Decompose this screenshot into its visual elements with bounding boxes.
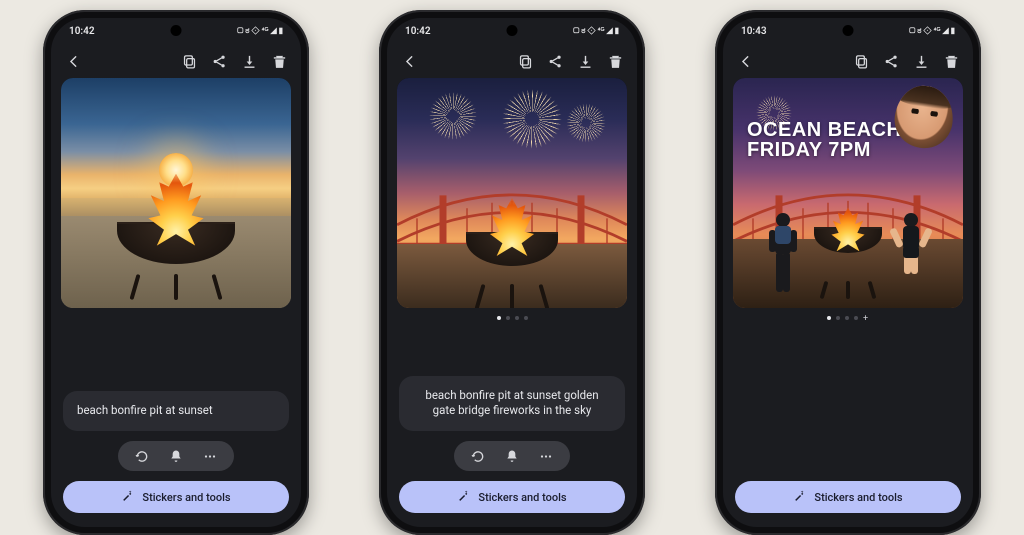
- image-pager[interactable]: [387, 308, 637, 320]
- toolbar: [51, 44, 301, 78]
- share-button[interactable]: [545, 51, 565, 71]
- delete-button[interactable]: [941, 51, 961, 71]
- overlay-text-sticker[interactable]: OCEAN BEACH FRIDAY 7PM: [747, 120, 901, 160]
- prompt-input[interactable]: beach bonfire pit at sunset: [63, 391, 289, 431]
- status-icons: ▢ ಠ ⟐ ⁴ᴳ ◢ ▮: [573, 26, 619, 36]
- clock: 10:43: [741, 26, 767, 37]
- status-icons: ▢ ಠ ⟐ ⁴ᴳ ◢ ▮: [237, 26, 283, 36]
- prompt-text: beach bonfire pit at sunset golden gate …: [425, 388, 598, 418]
- share-button[interactable]: [881, 51, 901, 71]
- screen: 10:42 ▢ ಠ ⟐ ⁴ᴳ ◢ ▮: [387, 18, 637, 527]
- phone-2: 10:42 ▢ ಠ ⟐ ⁴ᴳ ◢ ▮: [379, 10, 645, 535]
- overlay-line-2: FRIDAY 7PM: [747, 140, 901, 160]
- generated-image[interactable]: [397, 78, 627, 308]
- toolbar: [387, 44, 637, 78]
- delete-button[interactable]: [605, 51, 625, 71]
- clock: 10:42: [405, 26, 431, 37]
- stickers-and-tools-button[interactable]: Stickers and tools: [735, 481, 961, 513]
- phone-trio: 10:42 ▢ ಠ ⟐ ⁴ᴳ ◢ ▮ beach bonfire: [0, 0, 1024, 535]
- pager-dot[interactable]: [854, 316, 858, 320]
- variant-button[interactable]: [504, 448, 520, 464]
- screen: 10:42 ▢ ಠ ⟐ ⁴ᴳ ◢ ▮ beach bonfire: [51, 18, 301, 527]
- overlay-line-1: OCEAN BEACH: [747, 120, 901, 140]
- download-button[interactable]: [575, 51, 595, 71]
- firework-icon: [425, 88, 481, 144]
- stickers-label: Stickers and tools: [142, 491, 230, 504]
- copy-button[interactable]: [851, 51, 871, 71]
- clock: 10:42: [69, 26, 95, 37]
- image-pager[interactable]: +: [723, 308, 973, 322]
- pager-dot[interactable]: [827, 316, 831, 320]
- wand-icon: [793, 489, 806, 505]
- action-row: [51, 441, 301, 481]
- generated-image[interactable]: OCEAN BEACH FRIDAY 7PM: [733, 78, 963, 308]
- copy-button[interactable]: [179, 51, 199, 71]
- delete-button[interactable]: [269, 51, 289, 71]
- back-button[interactable]: [63, 51, 83, 71]
- retry-button[interactable]: [470, 448, 486, 464]
- more-button[interactable]: [538, 448, 554, 464]
- wand-icon: [121, 489, 134, 505]
- screen: 10:43 ▢ ಠ ⟐ ⁴ᴳ ◢ ▮: [723, 18, 973, 527]
- stickers-and-tools-button[interactable]: Stickers and tools: [399, 481, 625, 513]
- wand-icon: [457, 489, 470, 505]
- more-button[interactable]: [202, 448, 218, 464]
- stickers-and-tools-button[interactable]: Stickers and tools: [63, 481, 289, 513]
- stickers-label: Stickers and tools: [478, 491, 566, 504]
- camera-notch: [171, 25, 182, 36]
- firework-icon: [563, 100, 609, 146]
- prompt-text: beach bonfire pit at sunset: [77, 403, 213, 417]
- action-row: [387, 441, 637, 481]
- back-button[interactable]: [735, 51, 755, 71]
- firework-icon: [497, 84, 567, 154]
- prompt-input[interactable]: beach bonfire pit at sunset golden gate …: [399, 376, 625, 431]
- camera-notch: [843, 25, 854, 36]
- phone-3: 10:43 ▢ ಠ ⟐ ⁴ᴳ ◢ ▮: [715, 10, 981, 535]
- status-icons: ▢ ಠ ⟐ ⁴ᴳ ◢ ▮: [909, 26, 955, 36]
- variant-button[interactable]: [168, 448, 184, 464]
- person-cutout-sticker[interactable]: [761, 210, 805, 296]
- toolbar: [723, 44, 973, 78]
- copy-button[interactable]: [515, 51, 535, 71]
- generated-image[interactable]: [61, 78, 291, 308]
- person-cutout-sticker[interactable]: [889, 210, 933, 296]
- pager-dot[interactable]: [845, 316, 849, 320]
- download-button[interactable]: [239, 51, 259, 71]
- stickers-label: Stickers and tools: [814, 491, 902, 504]
- phone-1: 10:42 ▢ ಠ ⟐ ⁴ᴳ ◢ ▮ beach bonfire: [43, 10, 309, 535]
- pager-dot[interactable]: [836, 316, 840, 320]
- camera-notch: [507, 25, 518, 36]
- download-button[interactable]: [911, 51, 931, 71]
- share-button[interactable]: [209, 51, 229, 71]
- retry-button[interactable]: [134, 448, 150, 464]
- back-button[interactable]: [399, 51, 419, 71]
